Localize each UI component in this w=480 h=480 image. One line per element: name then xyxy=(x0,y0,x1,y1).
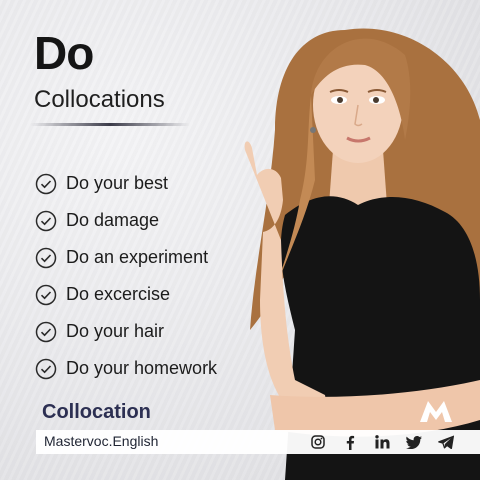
list-item-label: Do your best xyxy=(66,173,169,193)
linkedin-icon[interactable] xyxy=(374,434,390,450)
brand-label: Collocation xyxy=(42,401,151,423)
page-subtitle: Collocations xyxy=(34,86,165,113)
check-circle-icon xyxy=(35,173,57,194)
list-item: Do an experiment xyxy=(35,239,217,276)
facebook-icon[interactable] xyxy=(342,434,358,450)
list-item-label: Do your homework xyxy=(66,358,218,378)
page-title: Do xyxy=(34,27,94,79)
check-circle-icon xyxy=(35,284,57,305)
list-item: Do excercise xyxy=(35,276,217,313)
list-item-label: Do damage xyxy=(66,210,160,230)
check-circle-icon xyxy=(35,321,57,342)
telegram-icon[interactable] xyxy=(438,434,454,450)
list-item: Do your homework xyxy=(35,350,217,387)
mastervoc-logo-icon xyxy=(420,401,452,422)
list-item-label: Do your hair xyxy=(66,321,165,341)
list-item-label: Do excercise xyxy=(66,284,171,304)
instagram-icon[interactable] xyxy=(310,434,326,450)
check-circle-icon xyxy=(35,210,57,231)
divider xyxy=(30,123,190,126)
check-circle-icon xyxy=(35,358,57,379)
list-item-label: Do an experiment xyxy=(66,247,209,267)
social-links xyxy=(310,432,454,452)
footer-bar: Mastervoc.English xyxy=(36,430,480,454)
twitter-icon[interactable] xyxy=(406,434,422,450)
list-item: Do your best xyxy=(35,165,217,202)
check-circle-icon xyxy=(35,247,57,268)
collocation-list: Do your best Do damage Do an experiment … xyxy=(35,165,217,387)
site-name: Mastervoc.English xyxy=(44,433,159,449)
list-item: Do damage xyxy=(35,202,217,239)
list-item: Do your hair xyxy=(35,313,217,350)
